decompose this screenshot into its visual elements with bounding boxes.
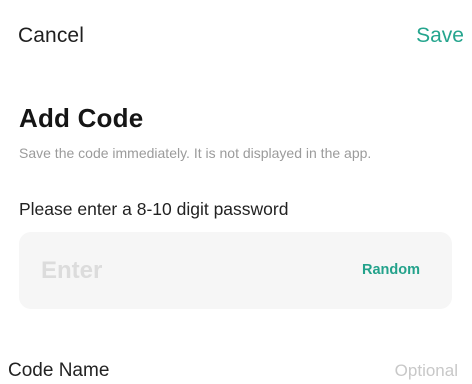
password-input[interactable]: [41, 254, 321, 288]
password-label: Please enter a 8-10 digit password: [19, 199, 289, 219]
page-title: Add Code: [19, 103, 144, 133]
password-field-container: Random: [19, 232, 452, 309]
random-button[interactable]: Random: [362, 262, 420, 278]
top-bar: Cancel Save: [0, 20, 472, 56]
code-name-input[interactable]: [258, 358, 458, 384]
page-subtitle: Save the code immediately. It is not dis…: [19, 145, 372, 161]
code-name-label: Code Name: [8, 360, 110, 381]
cancel-button[interactable]: Cancel: [18, 24, 84, 48]
save-button[interactable]: Save: [416, 24, 464, 48]
